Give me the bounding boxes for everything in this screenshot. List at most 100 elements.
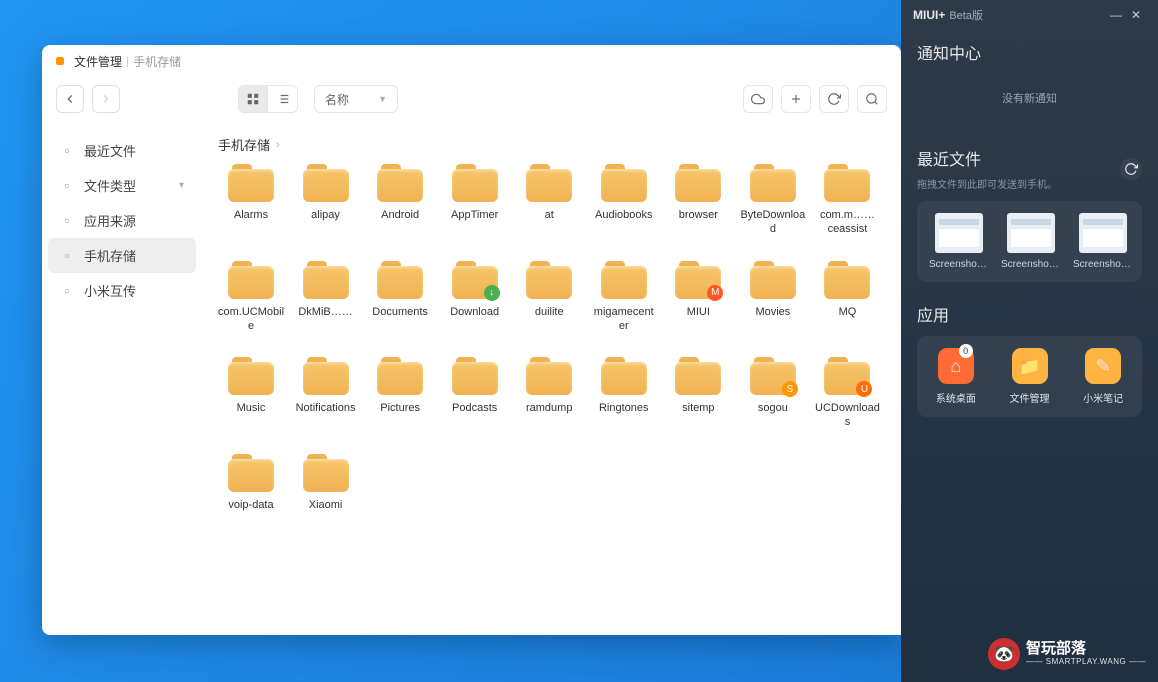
- mp-beta-label: Beta版: [949, 7, 983, 23]
- sidebar-item-apps[interactable]: ▫ 应用来源: [48, 203, 196, 238]
- folder-icon: [601, 261, 647, 299]
- folder-item[interactable]: Ringtones: [591, 357, 657, 430]
- folder-badge-icon: ↓: [484, 285, 500, 301]
- folder-item[interactable]: Xiaomi: [293, 454, 359, 512]
- search-icon: [865, 92, 879, 106]
- sort-select[interactable]: 名称 ▼: [314, 85, 398, 113]
- sidebar-item-label: 文件类型: [84, 176, 136, 195]
- sidebar-item-label: 应用来源: [84, 211, 136, 230]
- app-item[interactable]: 📁 文件管理: [1003, 348, 1057, 405]
- nav-back-button[interactable]: [56, 85, 84, 113]
- folder-item[interactable]: Documents: [367, 261, 433, 334]
- app-label: 小米笔记: [1083, 390, 1123, 405]
- folder-item[interactable]: Music: [218, 357, 284, 430]
- folder-item[interactable]: MQ: [814, 261, 880, 334]
- fm-toolbar: 名称 ▼: [42, 77, 901, 121]
- folder-item[interactable]: migamecenter: [591, 261, 657, 334]
- file-thumb-icon: [1007, 213, 1055, 253]
- folder-icon: [377, 357, 423, 395]
- folder-item[interactable]: browser: [665, 164, 731, 237]
- sidebar-item-phone[interactable]: ▫ 手机存储: [48, 238, 196, 273]
- search-button[interactable]: [857, 85, 887, 113]
- list-view-button[interactable]: [268, 85, 298, 113]
- sort-label: 名称: [325, 91, 349, 108]
- folder-item[interactable]: com.UCMobile: [218, 261, 284, 334]
- folder-badge-icon: U: [856, 381, 872, 397]
- sidebar-item-share[interactable]: ▫ 小米互传: [48, 273, 196, 308]
- sidebar-item-category[interactable]: ▫ 文件类型▾: [48, 168, 196, 203]
- folder-item[interactable]: ramdump: [516, 357, 582, 430]
- folder-label: duilite: [535, 305, 564, 319]
- folder-item[interactable]: duilite: [516, 261, 582, 334]
- refresh-icon: [1124, 162, 1138, 176]
- apps-card: 0⌂ 系统桌面 📁 文件管理 ✎ 小米笔记: [917, 336, 1142, 417]
- folder-item[interactable]: AppTimer: [442, 164, 508, 237]
- folder-item[interactable]: com.m……ceassist: [814, 164, 880, 237]
- folder-label: DkMiB……: [298, 305, 352, 319]
- folder-item[interactable]: Movies: [740, 261, 806, 334]
- nav-forward-button[interactable]: [92, 85, 120, 113]
- phone-icon: ▫: [60, 249, 74, 263]
- folder-icon: [303, 261, 349, 299]
- watermark-logo-icon: 🐼: [988, 638, 1020, 670]
- breadcrumb[interactable]: 手机存储 ›: [218, 129, 885, 164]
- category-icon: ▫: [60, 179, 74, 193]
- folder-item[interactable]: Podcasts: [442, 357, 508, 430]
- folder-label: Podcasts: [452, 401, 497, 415]
- folder-item[interactable]: Audiobooks: [591, 164, 657, 237]
- share-icon: ▫: [60, 284, 74, 298]
- folder-label: Notifications: [296, 401, 356, 415]
- watermark-main: 智玩部落: [1026, 641, 1146, 658]
- folder-icon: [750, 164, 796, 202]
- folder-item[interactable]: alipay: [293, 164, 359, 237]
- folder-item[interactable]: DkMiB……: [293, 261, 359, 334]
- recent-title: 最近文件: [917, 146, 1057, 170]
- folder-label: Audiobooks: [595, 208, 653, 222]
- folder-badge-icon: S: [782, 381, 798, 397]
- folder-item[interactable]: S sogou: [740, 357, 806, 430]
- folder-icon: [526, 164, 572, 202]
- recent-section: 最近文件 拖拽文件到此即可发送到手机。 Screenshot_… Screens…: [901, 136, 1158, 292]
- folder-item[interactable]: M MIUI: [665, 261, 731, 334]
- folder-item[interactable]: Android: [367, 164, 433, 237]
- recent-refresh-button[interactable]: [1120, 158, 1142, 180]
- folder-label: sogou: [758, 401, 788, 415]
- folder-item[interactable]: ↓ Download: [442, 261, 508, 334]
- minimize-button[interactable]: —: [1106, 8, 1126, 22]
- folder-grid: Alarms alipay Android AppTimer at Audiob…: [218, 164, 885, 512]
- folder-icon: [377, 261, 423, 299]
- fm-content: 手机存储 › Alarms alipay Android AppTimer at…: [202, 121, 901, 635]
- folder-item[interactable]: Pictures: [367, 357, 433, 430]
- app-item[interactable]: ✎ 小米笔记: [1076, 348, 1130, 405]
- app-item[interactable]: 0⌂ 系统桌面: [929, 348, 983, 405]
- folder-label: migamecenter: [591, 305, 657, 334]
- folder-item[interactable]: at: [516, 164, 582, 237]
- close-button[interactable]: ✕: [1126, 8, 1146, 22]
- grid-view-button[interactable]: [238, 85, 268, 113]
- refresh-button[interactable]: [819, 85, 849, 113]
- folder-item[interactable]: ByteDownload: [740, 164, 806, 237]
- cloud-button[interactable]: [743, 85, 773, 113]
- sidebar-item-label: 手机存储: [84, 246, 136, 265]
- recent-file-item[interactable]: Screenshot_…: [1073, 213, 1133, 270]
- folder-label: Alarms: [234, 208, 268, 222]
- sidebar-item-clock[interactable]: ▫ 最近文件: [48, 133, 196, 168]
- folder-icon: [228, 164, 274, 202]
- recent-file-item[interactable]: Screenshot_…: [1001, 213, 1061, 270]
- folder-label: alipay: [311, 208, 340, 222]
- folder-item[interactable]: sitemp: [665, 357, 731, 430]
- watermark-sub: —— SMARTPLAY.WANG ——: [1026, 658, 1146, 667]
- add-button[interactable]: [781, 85, 811, 113]
- recent-file-item[interactable]: Screenshot_…: [929, 213, 989, 270]
- folder-item[interactable]: U UCDownloads: [814, 357, 880, 430]
- app-icon: 📁: [1012, 348, 1048, 384]
- folder-item[interactable]: Alarms: [218, 164, 284, 237]
- file-manager-window: 文件管理 | 手机存储 名称 ▼: [42, 45, 901, 635]
- folder-item[interactable]: voip-data: [218, 454, 284, 512]
- folder-label: MIUI: [687, 305, 710, 319]
- folder-label: Music: [237, 401, 266, 415]
- folder-icon: [824, 261, 870, 299]
- notif-section: 通知中心 没有新通知: [901, 30, 1158, 136]
- file-thumb-icon: [935, 213, 983, 253]
- folder-item[interactable]: Notifications: [293, 357, 359, 430]
